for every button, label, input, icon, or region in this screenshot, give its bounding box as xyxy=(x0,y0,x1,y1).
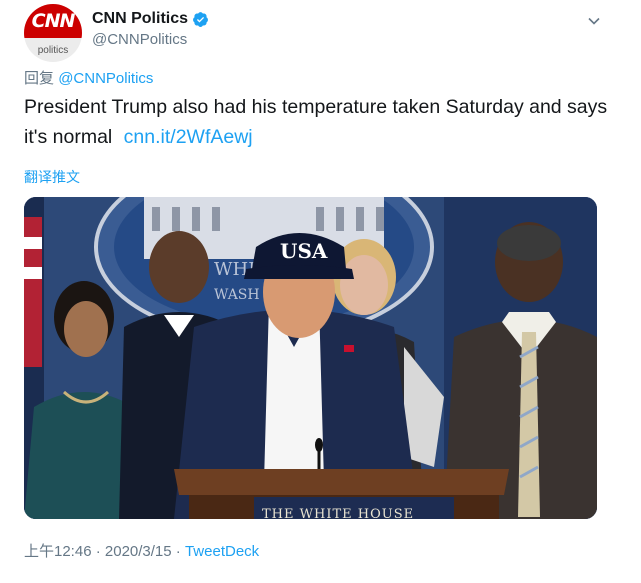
tweet-source-link[interactable]: TweetDeck xyxy=(185,543,259,560)
avatar-subtext: politics xyxy=(37,44,69,56)
display-name[interactable]: CNN Politics xyxy=(92,10,188,28)
cnn-logo: CNN xyxy=(24,4,82,38)
user-handle[interactable]: @CNNPolitics xyxy=(92,31,187,48)
reply-prefix: 回复 xyxy=(24,70,55,87)
verified-badge-icon xyxy=(193,11,208,27)
display-name-row[interactable]: CNN Politics xyxy=(92,10,209,28)
reply-context: 回复 @CNNPolitics xyxy=(24,67,153,88)
tweet-card: CNN politics CNN Politics @CNNPolitics 回… xyxy=(0,0,641,583)
tweet-meta: 上午12:46 · 2020/3/15 · TweetDeck xyxy=(24,540,259,561)
cap-text: USA xyxy=(280,239,328,263)
translate-tweet-link[interactable]: 翻译推文 xyxy=(24,167,80,187)
podium-text: THE WHITE HOUSE xyxy=(262,507,414,519)
meta-separator: · xyxy=(175,543,181,560)
seal-text-2: WASH xyxy=(214,287,260,303)
reply-mention-link[interactable]: @CNNPolitics xyxy=(58,70,153,87)
chevron-down-icon[interactable] xyxy=(587,14,601,28)
tweet-photo[interactable]: WHI WASH USA THE WHITE HOUSE xyxy=(24,197,597,519)
avatar[interactable]: CNN politics xyxy=(24,4,82,62)
tweet-time[interactable]: 上午12:46 xyxy=(24,543,92,560)
tweet-text: President Trump also had his temperature… xyxy=(24,96,608,148)
press-briefing-image: WHI WASH USA THE WHITE HOUSE xyxy=(24,197,597,519)
tweet-link[interactable]: cnn.it/2WfAewj xyxy=(124,126,253,148)
tweet-body: President Trump also had his temperature… xyxy=(24,92,614,152)
tweet-date[interactable]: 2020/3/15 xyxy=(105,543,172,560)
meta-separator: · xyxy=(95,543,101,560)
